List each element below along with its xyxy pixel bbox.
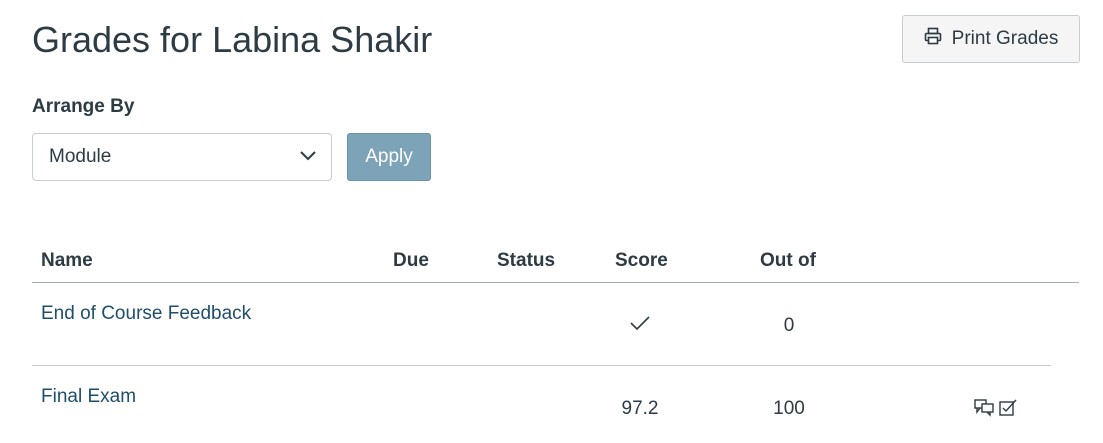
printer-icon: [924, 27, 942, 51]
column-header-out-of[interactable]: Out of: [760, 250, 816, 272]
column-header-due[interactable]: Due: [393, 250, 429, 272]
header-divider: [32, 282, 1079, 283]
out-of-value: 100: [773, 398, 805, 419]
column-header-name[interactable]: Name: [41, 250, 93, 272]
arrange-by-label: Arrange By: [32, 96, 135, 117]
check-icon: [629, 314, 651, 332]
out-of-value: 0: [783, 315, 795, 336]
chevron-down-icon: [299, 146, 317, 168]
score-value: 97.2: [621, 398, 659, 419]
print-grades-button[interactable]: Print Grades: [902, 15, 1080, 63]
row-actions: [974, 397, 1018, 422]
arrange-by-value: Module: [49, 146, 112, 167]
column-header-status[interactable]: Status: [497, 250, 555, 272]
assignment-link[interactable]: Final Exam: [41, 386, 136, 408]
comments-icon[interactable]: [974, 397, 994, 422]
apply-button[interactable]: Apply: [347, 133, 431, 181]
print-grades-label: Print Grades: [951, 28, 1059, 49]
arrange-by-select[interactable]: Module: [32, 133, 332, 181]
rubric-icon[interactable]: [998, 397, 1018, 422]
column-header-score[interactable]: Score: [615, 250, 668, 272]
row-divider: [32, 365, 1051, 366]
assignment-link[interactable]: End of Course Feedback: [41, 303, 251, 325]
page-title: Grades for Labina Shakir: [32, 19, 433, 60]
